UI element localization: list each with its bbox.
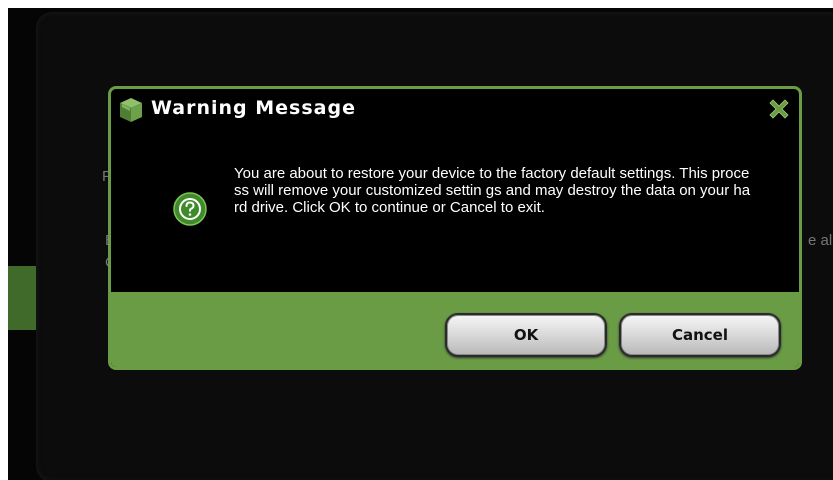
background-nav-highlight — [8, 266, 36, 330]
screen: F E C e al Warning Message You — [0, 0, 833, 480]
dialog-title: Warning Message — [151, 97, 356, 119]
warning-dialog: Warning Message You are about to restore… — [108, 86, 802, 370]
question-icon — [173, 192, 207, 226]
ok-button[interactable]: OK — [445, 313, 607, 357]
cancel-button[interactable]: Cancel — [619, 313, 781, 357]
dialog-message: You are about to restore your device to … — [234, 165, 751, 216]
cube-logo-icon — [120, 98, 142, 122]
dialog-body: You are about to restore your device to … — [111, 133, 799, 293]
dialog-header: Warning Message — [111, 89, 799, 133]
close-icon[interactable] — [765, 95, 793, 123]
dialog-footer: OK Cancel — [111, 292, 799, 367]
background-text: e al — [808, 232, 833, 249]
